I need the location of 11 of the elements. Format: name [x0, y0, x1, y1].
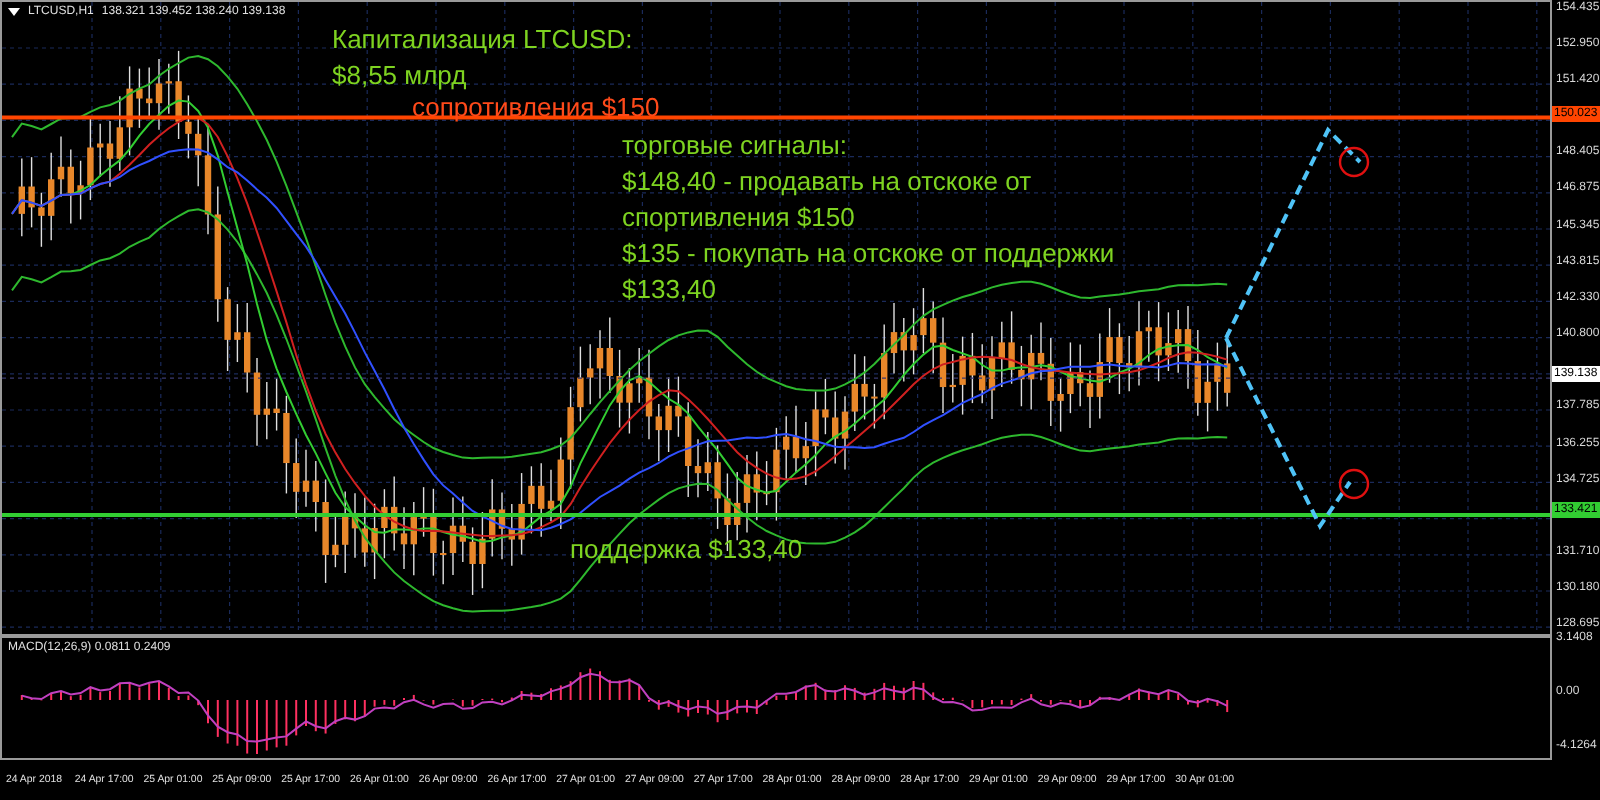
annotation-text: Капитализация LTCUSD: — [332, 22, 633, 58]
annotation-text: сопротивления $150 — [412, 90, 660, 126]
annotation-text: $148,40 - продавать на отскоке от — [622, 164, 1034, 200]
annotation-text: $135 - покупать на отскоке от поддержки — [622, 236, 1115, 272]
annotation-text: спортивления $150 — [622, 200, 857, 236]
dropdown-icon — [8, 8, 20, 16]
annotation-text: $133,40 — [622, 272, 718, 308]
annotation-text: торговые сигналы: — [622, 128, 849, 164]
target-circle — [1338, 468, 1370, 500]
target-circle — [1338, 146, 1370, 178]
annotation-text: $8,55 млрд — [332, 58, 469, 94]
